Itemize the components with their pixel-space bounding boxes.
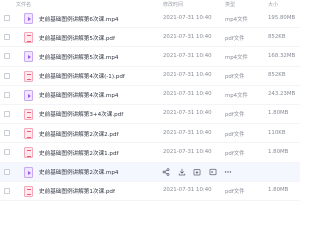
file-type: pdf文件 — [225, 112, 245, 119]
column-header-type[interactable]: 类型 — [225, 1, 235, 8]
file-row[interactable]: 史前基础图例讲解第3+4次课.pdf 2021-07-31 10:40 pdf文件 1… — [0, 105, 300, 125]
file-row[interactable]: 史前基础图例讲解第2次课1.pdf 2021-07-31 10:40 pdf文件 1.… — [0, 143, 300, 163]
share-icon[interactable] — [162, 167, 170, 176]
pdf-file-icon — [24, 185, 33, 197]
file-row[interactable]: 史前基础图例讲解第6次课.mp4 2021-07-31 10:40 mp4文件 195… — [0, 9, 300, 29]
file-date: 2021-07-31 10:40 — [163, 52, 212, 59]
video-file-icon — [24, 166, 33, 178]
file-size: 110KB — [268, 129, 286, 136]
file-type: pdf文件 — [225, 35, 245, 42]
file-name[interactable]: 史前基础图例讲解第1次课.pdf — [39, 187, 115, 195]
file-row[interactable]: 史前基础图例讲解第4次课(-1).pdf 2021-07-31 10:40 pdf文… — [0, 67, 300, 86]
file-size: 1.80MB — [268, 148, 289, 155]
file-size: 852KB — [268, 33, 286, 40]
row-checkbox[interactable] — [4, 53, 10, 60]
pdf-file-icon — [24, 147, 33, 159]
file-row[interactable]: 史前基础图例讲解第5次课.pdf 2021-07-31 10:40 pdf文件 852… — [0, 28, 300, 48]
file-name[interactable]: 史前基础图例讲解第2次课2.pdf — [39, 130, 119, 138]
file-date: 2021-07-31 10:40 — [163, 33, 212, 40]
file-date: 2021-07-31 10:40 — [163, 72, 212, 79]
pdf-file-icon — [24, 32, 33, 44]
file-size: 243.23MB — [268, 91, 296, 98]
video-file-icon — [24, 13, 33, 24]
file-name[interactable]: 史前基础图例讲解第4次课.mp4 — [39, 91, 118, 99]
move-icon[interactable] — [209, 168, 217, 176]
file-size: 1.80MB — [268, 110, 289, 117]
file-date: 2021-07-31 10:40 — [163, 14, 212, 21]
file-name[interactable]: 史前基础图例讲解第5次课.mp4 — [39, 53, 118, 61]
file-size: 852KB — [268, 72, 286, 79]
pdf-file-icon — [24, 108, 33, 120]
row-checkbox[interactable] — [4, 130, 10, 137]
file-date: 2021-07-31 10:40 — [163, 187, 212, 194]
file-type: pdf文件 — [225, 74, 245, 81]
file-row[interactable]: 史前基础图例讲解第1次课.pdf 2021-07-31 10:40 pdf文件 1.8… — [0, 182, 300, 201]
row-actions — [162, 167, 232, 176]
more-icon[interactable] — [224, 168, 232, 176]
column-header-date[interactable]: 修改时间 — [163, 1, 183, 8]
video-file-icon — [24, 51, 33, 63]
video-file-icon — [24, 89, 33, 101]
file-name[interactable]: 史前基础图例讲解第2次课1.pdf — [39, 149, 119, 157]
row-checkbox[interactable] — [4, 149, 10, 156]
file-name[interactable]: 史前基础图例讲解第3+4次课.pdf — [39, 110, 123, 118]
file-row[interactable]: 史前基础图例讲解第5次课.mp4 2021-07-31 10:40 mp4文件 168… — [0, 47, 300, 67]
file-size: 195.80MB — [268, 14, 296, 21]
file-row[interactable]: 史前基础图例讲解第2次课.mp4 — [0, 162, 300, 182]
file-type: mp4文件 — [225, 16, 248, 23]
copy-icon[interactable] — [193, 168, 201, 176]
file-type: mp4文件 — [225, 93, 248, 100]
row-checkbox[interactable] — [4, 91, 10, 98]
file-date: 2021-07-31 10:40 — [163, 110, 212, 117]
file-date: 2021-07-31 10:40 — [163, 91, 212, 98]
file-list: 史前基础图例讲解第6次课.mp4 2021-07-31 10:40 mp4文件 195… — [0, 9, 300, 201]
file-size: 1.80MB — [268, 187, 289, 194]
file-type: mp4文件 — [225, 54, 248, 61]
column-header-size[interactable]: 大小 — [268, 1, 278, 8]
file-type: pdf文件 — [225, 131, 245, 138]
file-date: 2021-07-31 10:40 — [163, 148, 212, 155]
file-row[interactable]: 史前基础图例讲解第4次课.mp4 2021-07-31 10:40 mp4文件 243… — [0, 86, 300, 105]
file-size: 168.32MB — [268, 52, 296, 59]
column-header-name[interactable]: 文件名 — [16, 1, 31, 8]
row-checkbox[interactable] — [4, 15, 10, 21]
pdf-file-icon — [24, 70, 33, 82]
row-checkbox[interactable] — [4, 110, 10, 117]
row-checkbox[interactable] — [4, 72, 10, 79]
file-name[interactable]: 史前基础图例讲解第4次课(-1).pdf — [39, 72, 125, 80]
download-icon[interactable] — [178, 168, 186, 176]
row-checkbox[interactable] — [4, 168, 10, 175]
file-name[interactable]: 史前基础图例讲解第2次课.mp4 — [39, 168, 118, 176]
file-type: pdf文件 — [225, 189, 245, 196]
file-type: pdf文件 — [225, 150, 245, 157]
file-row[interactable]: 史前基础图例讲解第2次课2.pdf 2021-07-31 10:40 pdf文件 11… — [0, 124, 300, 144]
row-checkbox[interactable] — [4, 187, 10, 194]
file-name[interactable]: 史前基础图例讲解第5次课.pdf — [39, 34, 115, 42]
file-name[interactable]: 史前基础图例讲解第6次课.mp4 — [39, 15, 118, 23]
file-date: 2021-07-31 10:40 — [163, 129, 212, 136]
row-checkbox[interactable] — [4, 34, 10, 41]
file-list-header: 文件名 修改时间 类型 大小 — [0, 0, 300, 9]
pdf-file-icon — [24, 128, 33, 140]
